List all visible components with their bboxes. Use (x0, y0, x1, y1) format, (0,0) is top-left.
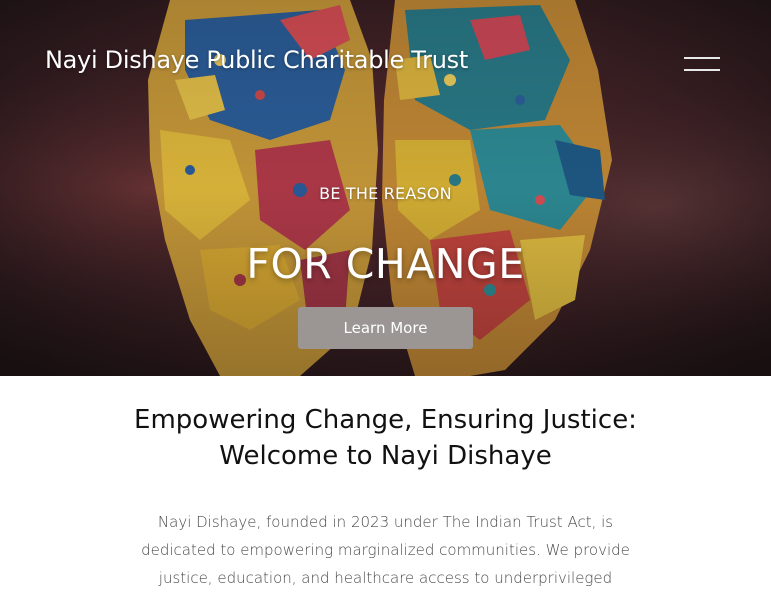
menu-bar-bottom (684, 69, 720, 71)
hero-kicker: BE THE REASON (319, 184, 452, 203)
hero-headline: FOR CHANGE (246, 240, 525, 288)
hero-banner: Nayi Dishaye Public Charitable Trust BE … (0, 0, 771, 376)
intro-heading-line: Empowering Change, Ensuring Justice: (134, 405, 637, 435)
page: Nayi Dishaye Public Charitable Trust BE … (0, 0, 771, 595)
intro-paragraph: Nayi Dishaye, founded in 2023 under The … (100, 508, 671, 592)
intro-heading: Empowering Change, Ensuring Justice: Wel… (60, 402, 711, 474)
site-title[interactable]: Nayi Dishaye Public Charitable Trust (45, 46, 468, 74)
learn-more-button[interactable]: Learn More (298, 307, 473, 349)
intro-paragraph-line: justice, education, and healthcare acces… (158, 569, 613, 587)
intro-heading-line: Welcome to Nayi Dishaye (219, 441, 552, 471)
menu-bar-top (684, 57, 720, 59)
intro-paragraph-line: Nayi Dishaye, founded in 2023 under The … (157, 513, 614, 531)
hamburger-menu-icon[interactable] (684, 56, 720, 74)
intro-paragraph-line: dedicated to empowering marginalized com… (141, 541, 630, 559)
